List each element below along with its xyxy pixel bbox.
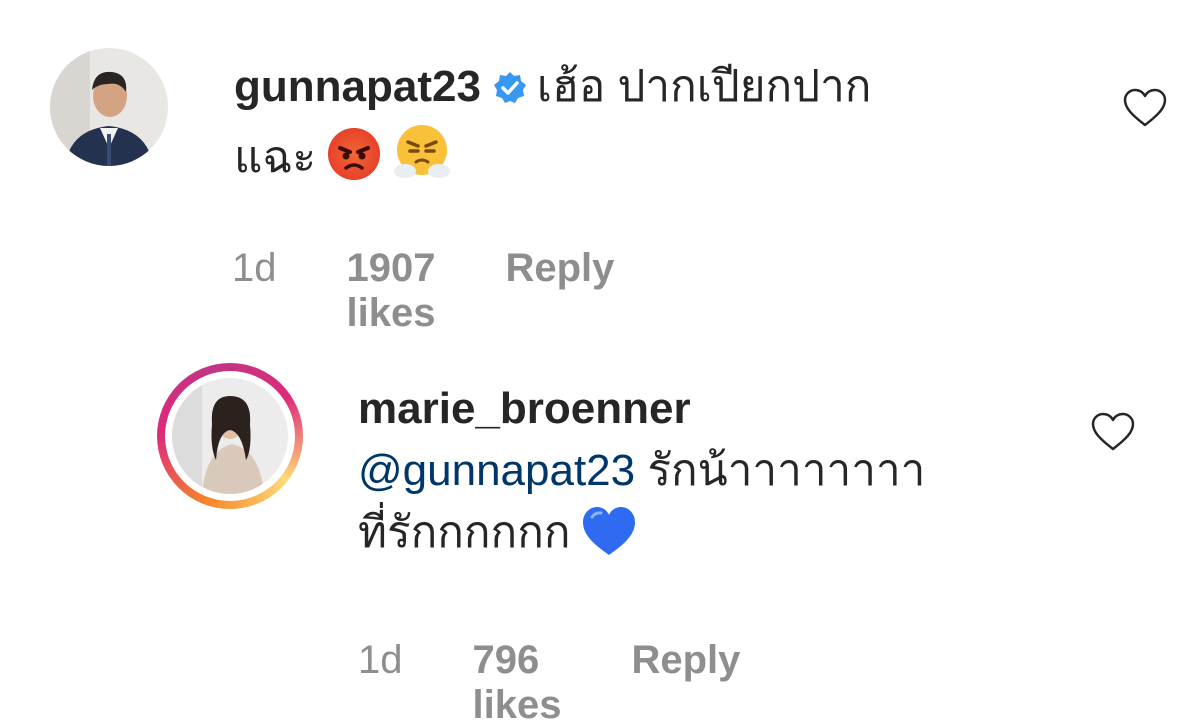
profile-photo	[50, 48, 168, 166]
comment-meta: 1d 796 likes Reply	[358, 638, 740, 728]
comment-text-line1: รักน้าาาาาาาา	[647, 446, 926, 495]
angry-face-icon	[326, 126, 382, 199]
timestamp[interactable]: 1d	[358, 638, 403, 683]
blue-heart-icon	[580, 505, 638, 574]
avatar[interactable]	[172, 378, 288, 494]
username[interactable]: marie_broenner	[358, 384, 691, 433]
verified-badge-icon	[493, 60, 527, 122]
like-heart-icon[interactable]	[1090, 412, 1136, 457]
mention-link[interactable]: @gunnapat23	[358, 446, 635, 495]
likes-count[interactable]: 796 likes	[473, 638, 562, 728]
like-heart-icon[interactable]	[1122, 88, 1168, 133]
comment-text-line1: เฮ้อ ปากเปียกปาก	[536, 62, 872, 111]
comment-meta: 1d 1907 likes Reply	[232, 246, 614, 336]
comment-text-line2: แฉะ	[234, 133, 316, 182]
timestamp[interactable]: 1d	[232, 246, 277, 291]
reply-button[interactable]: Reply	[505, 246, 614, 291]
username[interactable]: gunnapat23	[234, 62, 481, 111]
reply-button[interactable]: Reply	[631, 638, 740, 683]
comment-body: marie_broenner @gunnapat23 รักน้าาาาาาาา…	[358, 378, 1058, 574]
avatar[interactable]	[50, 48, 168, 166]
likes-count[interactable]: 1907 likes	[347, 246, 436, 336]
comment-body: gunnapat23 เฮ้อ ปากเปียกปาก แฉะ	[234, 56, 1054, 199]
face-with-steam-icon	[392, 122, 452, 199]
comment-text-line2: ที่รักกกกกก	[358, 508, 571, 557]
profile-photo	[172, 378, 288, 494]
